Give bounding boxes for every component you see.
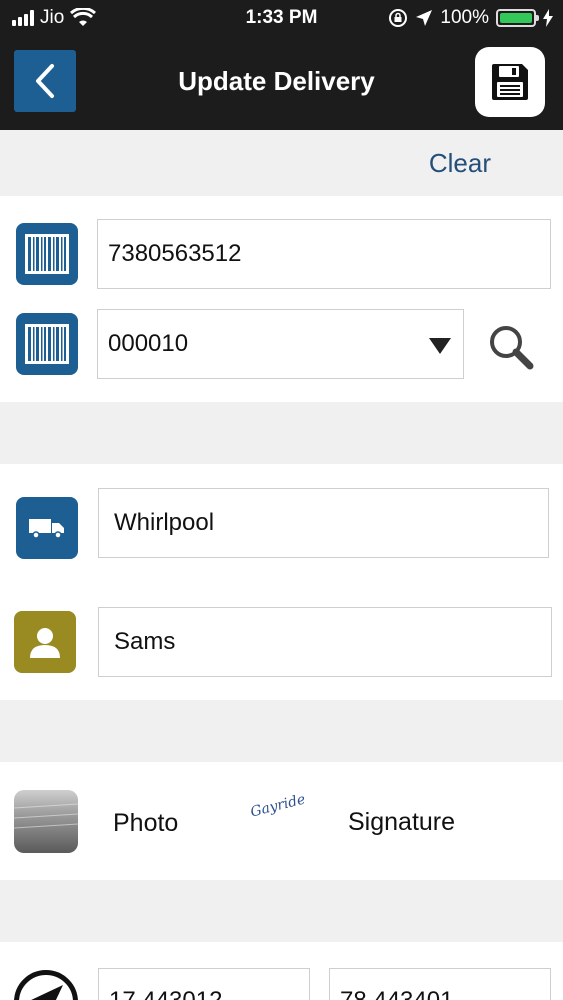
signature-label[interactable]: Signature	[348, 808, 455, 837]
location-button[interactable]	[14, 970, 78, 1000]
item-number-value: 000010	[108, 330, 189, 357]
recipient-field[interactable]: Sams	[98, 607, 552, 677]
clear-button[interactable]: Clear	[429, 148, 491, 179]
item-number-select[interactable]: 000010	[97, 309, 464, 379]
section-divider	[0, 402, 563, 464]
scan-item-button[interactable]	[16, 313, 78, 375]
recipient-icon-tile	[14, 611, 76, 673]
tracking-number-value: 7380563512	[108, 240, 242, 267]
photo-label[interactable]: Photo	[113, 809, 178, 838]
signature-text: Gayride	[248, 791, 307, 821]
section-divider	[0, 880, 563, 942]
carrier-field[interactable]: Whirlpool	[98, 488, 549, 558]
battery-percent: 100%	[440, 7, 489, 28]
photo-texture	[14, 803, 78, 829]
latitude-value: 17.443012	[109, 987, 222, 1000]
scan-tracking-button[interactable]	[16, 223, 78, 285]
location-services-icon	[416, 10, 433, 26]
tracking-number-field[interactable]: 7380563512	[97, 219, 551, 289]
search-icon	[490, 326, 534, 370]
recipient-value: Sams	[114, 628, 176, 655]
rotation-lock-icon	[389, 9, 408, 27]
charging-bolt-icon	[543, 9, 553, 27]
nav-bar: Update Delivery	[0, 38, 563, 130]
person-icon	[30, 628, 60, 658]
latitude-field[interactable]: 17.443012	[98, 968, 310, 1000]
truck-icon	[29, 519, 64, 539]
toolbar-band: Clear	[0, 130, 563, 196]
search-button[interactable]	[484, 320, 540, 376]
save-button[interactable]	[475, 47, 545, 117]
status-bar: Jio 1:33 PM 100%	[0, 0, 563, 38]
longitude-value: 78.443401	[340, 987, 453, 1000]
photo-thumbnail[interactable]	[14, 790, 78, 853]
barcode-icon	[25, 324, 69, 364]
location-arrow-icon	[31, 985, 63, 1000]
carrier-value: Whirlpool	[114, 509, 215, 536]
longitude-field[interactable]: 78.443401	[329, 968, 551, 1000]
page-title: Update Delivery	[178, 66, 375, 96]
signature-preview[interactable]: Gayride	[249, 791, 310, 831]
dropdown-caret-icon	[429, 338, 451, 354]
carrier-icon-tile	[16, 497, 78, 559]
floppy-disk-icon	[492, 64, 528, 100]
battery-icon	[496, 9, 539, 27]
section-divider	[0, 700, 563, 762]
barcode-icon	[25, 234, 69, 274]
status-right: 100%	[388, 7, 553, 29]
